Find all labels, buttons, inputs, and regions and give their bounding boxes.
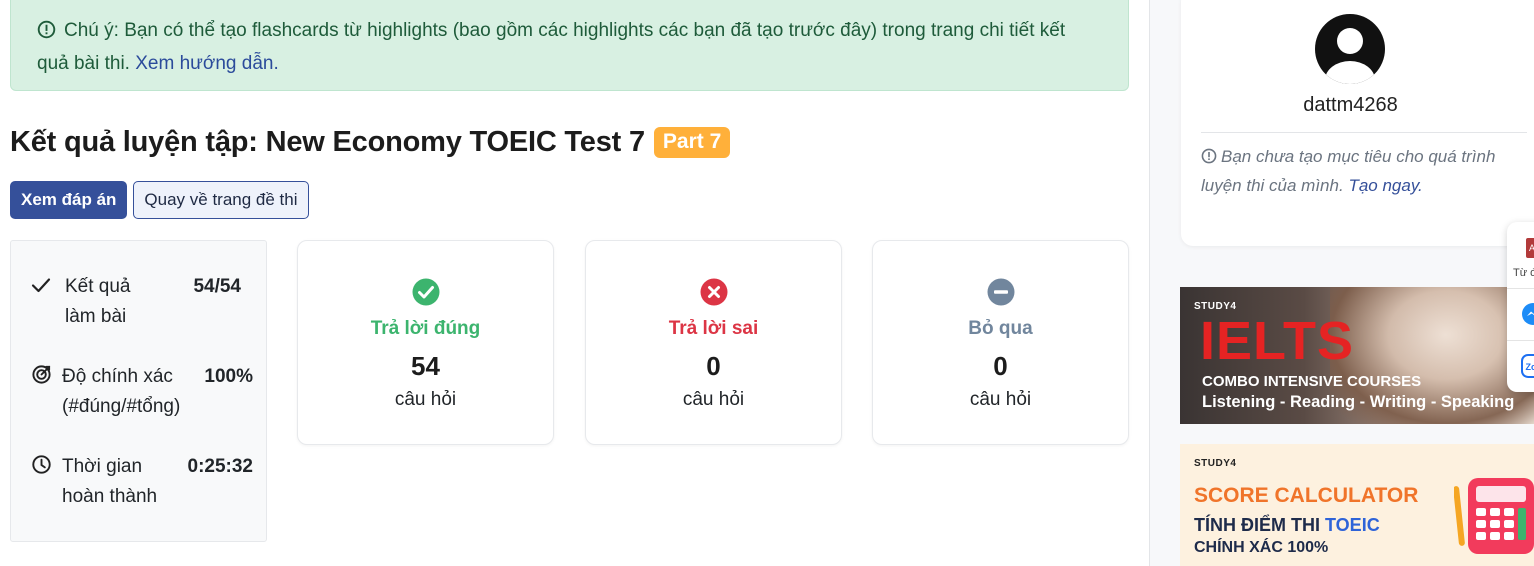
stat-accuracy-label-2: (#đúng/#tổng) (62, 396, 181, 417)
dictionary-icon[interactable]: A (1524, 236, 1534, 265)
stat-time: Thời gian hoàn thành 0:25:32 (31, 452, 253, 512)
page-title: Kết quả luyện tập: New Economy TOEIC Tes… (10, 125, 645, 158)
widget-label: Từ đ (1513, 267, 1534, 279)
floating-widget: A Từ đ Zo (1507, 222, 1534, 392)
correct-unit: câu hỏi (394, 389, 457, 410)
banner-subtitle-2: CHÍNH XÁC 100% (1194, 539, 1329, 556)
column-divider (1149, 0, 1150, 566)
stat-result-label-2: làm bài (65, 306, 127, 327)
info-icon (37, 19, 56, 49)
correct-count: 54 (411, 351, 440, 381)
main-content: Chú ý: Bạn có thể tạo flashcards từ high… (10, 0, 1129, 566)
banner-skills: Listening - Reading - Writing - Speaking (1202, 393, 1515, 411)
divider (1201, 132, 1527, 133)
widget-divider (1507, 288, 1534, 289)
part-badge: Part 7 (653, 126, 731, 158)
result-card-skipped: Bỏ qua 0 câu hỏi (872, 240, 1129, 445)
flashcard-alert: Chú ý: Bạn có thể tạo flashcards từ high… (10, 0, 1129, 91)
banner-subtitle-highlight: TOEIC (1325, 515, 1380, 535)
zalo-icon[interactable]: Zo (1521, 354, 1534, 383)
score-calculator-banner[interactable]: STUDY4 SCORE CALCULATOR TÍNH ĐIỂM THI TO… (1180, 444, 1534, 566)
stat-time-label-2: hoàn thành (62, 486, 158, 507)
widget-divider (1507, 340, 1534, 341)
minus-circle-icon (987, 278, 1015, 306)
x-circle-icon (700, 278, 728, 306)
ielts-banner[interactable]: STUDY4 IELTS COMBO INTENSIVE COURSES Lis… (1180, 287, 1534, 424)
result-card-correct: Trả lời đúng 54 câu hỏi (297, 240, 554, 445)
svg-text:A: A (1529, 243, 1534, 253)
banner-headline: SCORE CALCULATOR (1194, 484, 1419, 507)
correct-title: Trả lời đúng (370, 318, 481, 339)
stat-accuracy-label-1: Độ chính xác (62, 366, 173, 387)
avatar[interactable] (1315, 14, 1385, 84)
stat-accuracy: Độ chính xác (#đúng/#tổng) 100% (31, 362, 253, 422)
stat-time-label-1: Thời gian (62, 456, 143, 477)
action-buttons: Xem đáp án Quay về trang đề thi (10, 181, 309, 219)
messenger-icon[interactable] (1521, 302, 1534, 331)
banner-subtitle: TÍNH ĐIỂM THI TOEIC (1194, 515, 1380, 536)
skipped-count: 0 (993, 351, 1008, 381)
svg-text:Zo: Zo (1526, 362, 1534, 372)
title-row: Kết quả luyện tập: New Economy TOEIC Tes… (10, 122, 731, 162)
stat-time-value: 0:25:32 (187, 456, 254, 477)
view-answers-button[interactable]: Xem đáp án (10, 181, 128, 219)
result-card-wrong: Trả lời sai 0 câu hỏi (585, 240, 842, 445)
check-circle-icon (412, 278, 440, 306)
clock-icon (31, 454, 52, 485)
banner-subtitle-prefix: TÍNH ĐIỂM THI (1194, 515, 1320, 535)
wrong-unit: câu hỏi (682, 389, 745, 410)
alert-guide-link[interactable]: Xem hướng dẫn. (135, 53, 278, 74)
stat-result-label-1: Kết quả (65, 276, 131, 297)
skipped-title: Bỏ qua (968, 318, 1033, 339)
goal-notice: Bạn chưa tạo mục tiêu cho quá trình luyệ… (1201, 143, 1511, 199)
banner-brand: STUDY4 (1194, 458, 1237, 469)
banner-headline: IELTS (1200, 311, 1355, 371)
profile-card: dattm4268 Bạn chưa tạo mục tiêu cho quá … (1181, 0, 1534, 246)
stats-summary: Kết quả làm bài 54/54 Độ chính xác (#đún… (10, 240, 267, 542)
create-goal-link[interactable]: Tạo ngay. (1348, 176, 1422, 195)
checkmark-icon (31, 275, 51, 305)
username: dattm4268 (1303, 94, 1398, 116)
calculator-icon (1453, 476, 1534, 561)
skipped-unit: câu hỏi (969, 389, 1032, 410)
info-icon (1201, 145, 1217, 172)
target-icon (31, 364, 52, 395)
banner-combo: COMBO INTENSIVE COURSES (1202, 373, 1422, 390)
wrong-count: 0 (706, 351, 721, 381)
back-to-test-button[interactable]: Quay về trang đề thi (133, 181, 309, 219)
stat-accuracy-value: 100% (204, 366, 253, 387)
stat-result: Kết quả làm bài 54/54 (31, 272, 253, 332)
stat-result-value: 54/54 (193, 276, 241, 297)
wrong-title: Trả lời sai (668, 318, 759, 339)
